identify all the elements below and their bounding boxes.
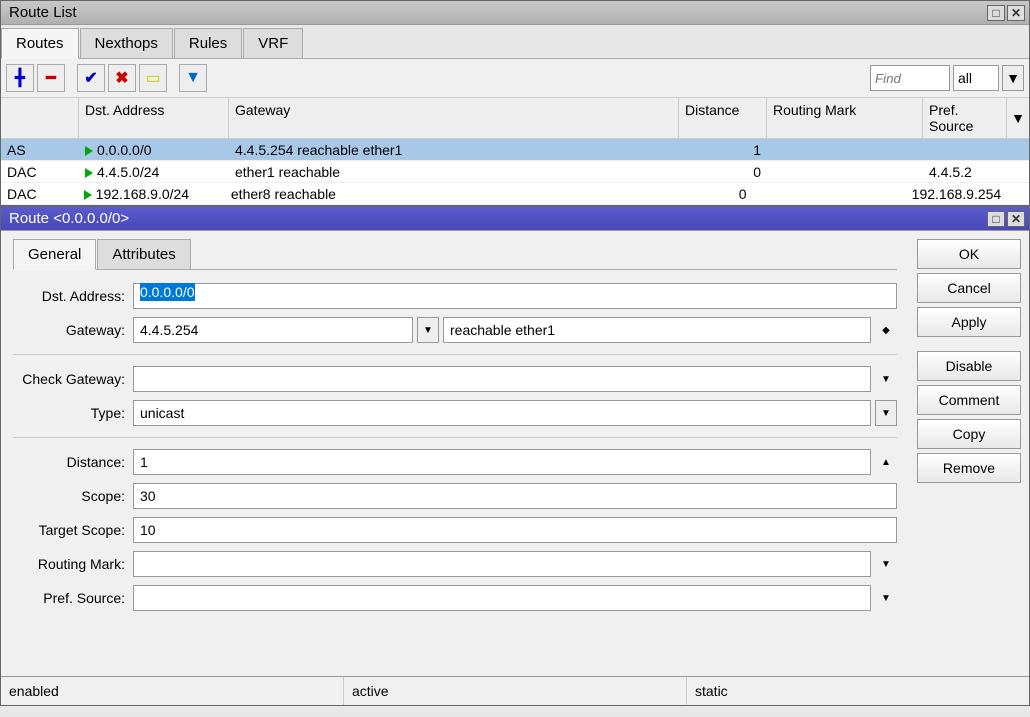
col-routing-mark[interactable]: Routing Mark bbox=[767, 98, 923, 138]
window-title: Route List bbox=[5, 4, 987, 21]
tab-rules[interactable]: Rules bbox=[174, 28, 242, 58]
route-detail-titlebar[interactable]: Route <0.0.0.0/0> □ ✕ bbox=[1, 207, 1029, 231]
tab-routes[interactable]: Routes bbox=[1, 28, 79, 59]
minimize-button[interactable]: □ bbox=[987, 5, 1005, 21]
type-input[interactable] bbox=[133, 400, 871, 426]
col-gateway[interactable]: Gateway bbox=[229, 98, 679, 138]
route-detail-window: Route <0.0.0.0/0> □ ✕ General Attributes… bbox=[0, 206, 1030, 706]
distance-input[interactable] bbox=[133, 449, 871, 475]
active-icon bbox=[85, 146, 93, 156]
cancel-button[interactable]: Cancel bbox=[917, 273, 1021, 303]
minus-icon: ━ bbox=[46, 68, 56, 88]
distance-label: Distance: bbox=[13, 454, 133, 470]
filter-toggle[interactable]: ▼ bbox=[1002, 65, 1024, 91]
detail-tabs: General Attributes bbox=[13, 239, 897, 270]
status-static: static bbox=[687, 677, 1029, 705]
disable-button[interactable]: Disable bbox=[917, 351, 1021, 381]
funnel-icon: ▼ bbox=[185, 69, 201, 87]
table-row[interactable]: AS 0.0.0.0/0 4.4.5.254 reachable ether1 … bbox=[1, 139, 1029, 161]
col-flags[interactable] bbox=[1, 98, 79, 138]
type-label: Type: bbox=[13, 405, 133, 421]
copy-button[interactable]: Copy bbox=[917, 419, 1021, 449]
note-icon: ▭ bbox=[145, 68, 160, 88]
routing-mark-label: Routing Mark: bbox=[13, 556, 133, 572]
dst-address-input[interactable]: 0.0.0.0/0 bbox=[133, 283, 897, 309]
type-dropdown[interactable]: ▼ bbox=[875, 400, 897, 426]
route-list-titlebar[interactable]: Route List □ ✕ bbox=[1, 1, 1029, 25]
find-input[interactable] bbox=[870, 65, 950, 91]
x-icon: ✖ bbox=[115, 68, 128, 88]
remove-button[interactable]: Remove bbox=[917, 453, 1021, 483]
active-icon bbox=[84, 190, 92, 200]
window-title: Route <0.0.0.0/0> bbox=[5, 210, 987, 227]
table-header: Dst. Address Gateway Distance Routing Ma… bbox=[1, 98, 1029, 139]
enable-button[interactable]: ✔ bbox=[77, 64, 105, 92]
col-distance[interactable]: Distance bbox=[679, 98, 767, 138]
routing-mark-dropdown[interactable]: ▼ bbox=[875, 551, 897, 577]
close-button[interactable]: ✕ bbox=[1007, 211, 1025, 227]
dst-address-label: Dst. Address: bbox=[13, 288, 133, 304]
filter-button[interactable]: ▼ bbox=[179, 64, 207, 92]
col-pref-source[interactable]: Pref. Source bbox=[923, 98, 1007, 138]
remove-button[interactable]: ━ bbox=[37, 64, 65, 92]
filter-select[interactable]: all bbox=[953, 65, 999, 91]
plus-icon: ╋ bbox=[15, 68, 25, 88]
check-gateway-dropdown[interactable]: ▼ bbox=[875, 366, 897, 392]
comment-button[interactable]: Comment bbox=[917, 385, 1021, 415]
check-gateway-label: Check Gateway: bbox=[13, 371, 133, 387]
gateway-dropdown[interactable]: ▼ bbox=[417, 317, 439, 343]
routing-mark-input[interactable] bbox=[133, 551, 871, 577]
distance-expand[interactable]: ▲ bbox=[875, 449, 897, 475]
tab-nexthops[interactable]: Nexthops bbox=[80, 28, 173, 58]
gateway-spinner[interactable]: ◆ bbox=[875, 317, 897, 343]
minimize-button[interactable]: □ bbox=[987, 211, 1005, 227]
route-list-window: Route List □ ✕ Routes Nexthops Rules VRF… bbox=[0, 0, 1030, 206]
check-gateway-input[interactable] bbox=[133, 366, 871, 392]
tab-vrf[interactable]: VRF bbox=[243, 28, 303, 58]
status-active: active bbox=[344, 677, 687, 705]
tab-general[interactable]: General bbox=[13, 239, 96, 270]
divider bbox=[13, 354, 897, 355]
add-button[interactable]: ╋ bbox=[6, 64, 34, 92]
pref-source-label: Pref. Source: bbox=[13, 590, 133, 606]
comment-button[interactable]: ▭ bbox=[139, 64, 167, 92]
disable-button[interactable]: ✖ bbox=[108, 64, 136, 92]
active-icon bbox=[85, 168, 93, 178]
gateway-input[interactable] bbox=[133, 317, 413, 343]
gateway-status[interactable] bbox=[443, 317, 871, 343]
target-scope-input[interactable] bbox=[133, 517, 897, 543]
scope-input[interactable] bbox=[133, 483, 897, 509]
target-scope-label: Target Scope: bbox=[13, 522, 133, 538]
check-icon: ✔ bbox=[84, 68, 97, 88]
route-table: Dst. Address Gateway Distance Routing Ma… bbox=[1, 98, 1029, 205]
tab-attributes[interactable]: Attributes bbox=[97, 239, 190, 269]
detail-form: General Attributes Dst. Address: 0.0.0.0… bbox=[1, 231, 909, 676]
scope-label: Scope: bbox=[13, 488, 133, 504]
close-button[interactable]: ✕ bbox=[1007, 5, 1025, 21]
col-dst[interactable]: Dst. Address bbox=[79, 98, 229, 138]
table-row[interactable]: DAC 192.168.9.0/24 ether8 reachable 0 19… bbox=[1, 183, 1029, 205]
toolbar: ╋ ━ ✔ ✖ ▭ ▼ all ▼ bbox=[1, 59, 1029, 98]
route-list-tabs: Routes Nexthops Rules VRF bbox=[1, 25, 1029, 59]
status-enabled: enabled bbox=[1, 677, 344, 705]
col-menu[interactable]: ▼ bbox=[1007, 98, 1029, 138]
statusbar: enabled active static bbox=[1, 676, 1029, 705]
ok-button[interactable]: OK bbox=[917, 239, 1021, 269]
divider bbox=[13, 437, 897, 438]
action-buttons: OK Cancel Apply Disable Comment Copy Rem… bbox=[909, 231, 1029, 676]
gateway-label: Gateway: bbox=[13, 322, 133, 338]
pref-source-dropdown[interactable]: ▼ bbox=[875, 585, 897, 611]
table-row[interactable]: DAC 4.4.5.0/24 ether1 reachable 0 4.4.5.… bbox=[1, 161, 1029, 183]
pref-source-input[interactable] bbox=[133, 585, 871, 611]
apply-button[interactable]: Apply bbox=[917, 307, 1021, 337]
